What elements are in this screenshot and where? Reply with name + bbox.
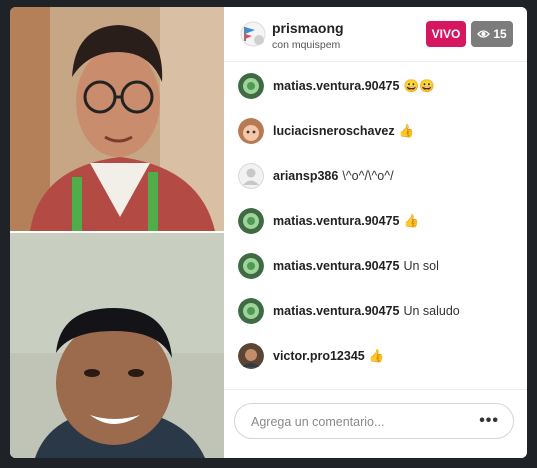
chat-panel: prismaong con mquispem VIVO 15 matias.ve… bbox=[224, 7, 527, 458]
more-options-button[interactable]: ••• bbox=[479, 413, 499, 429]
viewer-count: 15 bbox=[493, 27, 507, 41]
comment-username[interactable]: matias.ventura.90475 bbox=[273, 214, 399, 228]
comment-text: Un saludo bbox=[403, 304, 460, 318]
user-avatar[interactable] bbox=[238, 343, 264, 369]
comment-text: \^o^/\^o^/ bbox=[342, 169, 394, 183]
comment-item: ariansp386 \^o^/\^o^/ bbox=[238, 161, 394, 191]
comment-item: matias.ventura.90475 😀😀 bbox=[238, 71, 435, 101]
comment-box: ••• bbox=[234, 403, 514, 440]
user-avatar[interactable] bbox=[238, 73, 264, 99]
comment-text: 👍 bbox=[398, 123, 415, 138]
comment-text: 👍 bbox=[368, 348, 385, 363]
user-avatar[interactable] bbox=[238, 118, 264, 144]
comment-username[interactable]: luciacisneroschavez bbox=[273, 124, 395, 138]
live-badge: VIVO bbox=[426, 21, 466, 47]
comment-text: 😀😀 bbox=[403, 78, 435, 93]
comment-input[interactable] bbox=[249, 404, 473, 440]
comment-item: matias.ventura.90475 Un sol bbox=[238, 251, 439, 281]
guest-video-feed bbox=[10, 233, 224, 458]
user-avatar[interactable] bbox=[238, 298, 264, 324]
comment-text: Un sol bbox=[403, 259, 439, 273]
eye-icon bbox=[477, 30, 491, 38]
comment-username[interactable]: matias.ventura.90475 bbox=[273, 304, 399, 318]
comment-username[interactable]: matias.ventura.90475 bbox=[273, 259, 399, 273]
user-avatar[interactable] bbox=[238, 208, 264, 234]
viewer-count-badge[interactable]: 15 bbox=[471, 21, 513, 47]
host-avatar[interactable] bbox=[240, 21, 266, 47]
chat-header: prismaong con mquispem VIVO 15 bbox=[224, 7, 527, 62]
comment-item: victor.pro12345 👍 bbox=[238, 341, 384, 371]
host-subtitle: con mquispem bbox=[272, 39, 341, 51]
comment-footer: ••• bbox=[224, 389, 527, 458]
comment-username[interactable]: ariansp386 bbox=[273, 169, 338, 183]
live-window: prismaong con mquispem VIVO 15 matias.ve… bbox=[10, 7, 527, 458]
comment-item: matias.ventura.90475 👍 bbox=[238, 206, 419, 236]
comment-item: matias.ventura.90475 Un saludo bbox=[238, 296, 460, 326]
host-video-feed bbox=[10, 7, 224, 231]
host-username[interactable]: prismaong bbox=[272, 20, 344, 36]
comment-text: 👍 bbox=[403, 213, 420, 228]
comment-item: luciacisneroschavez 👍 bbox=[238, 116, 414, 146]
comment-username[interactable]: matias.ventura.90475 bbox=[273, 79, 399, 93]
comment-username[interactable]: victor.pro12345 bbox=[273, 349, 365, 363]
user-avatar[interactable] bbox=[238, 253, 264, 279]
user-avatar[interactable] bbox=[238, 163, 264, 189]
